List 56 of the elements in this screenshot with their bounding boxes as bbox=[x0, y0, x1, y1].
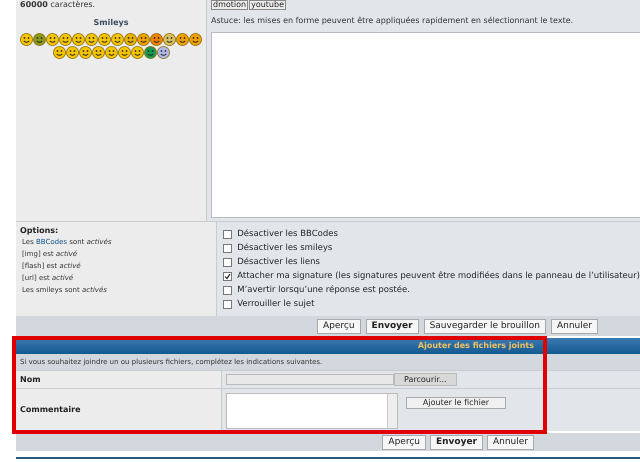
smiley-icon[interactable] bbox=[137, 33, 150, 46]
options-title: Options: bbox=[20, 226, 60, 236]
scrollbar[interactable] bbox=[387, 394, 397, 428]
smiley-icon[interactable] bbox=[52, 46, 66, 59]
smiley-icon[interactable] bbox=[118, 46, 130, 59]
section-title: Ajouter des fichiers joints bbox=[418, 340, 534, 352]
smiley-icon[interactable] bbox=[124, 33, 137, 46]
smiley-icon[interactable] bbox=[104, 46, 118, 59]
tip-text: Astuce: les mises en forme peuvent être appliquées rapidement en sélectionnant le texte. bbox=[211, 16, 574, 26]
form-button[interactable]: Aperçu bbox=[316, 318, 361, 334]
option-checkbox[interactable] bbox=[223, 258, 232, 266]
bbcode-button[interactable]: dmotion bbox=[211, 0, 248, 10]
option-label: Désactiver les BBCodes bbox=[237, 228, 338, 240]
option-label: Désactiver les liens bbox=[237, 256, 320, 268]
add-file-button[interactable]: Ajouter le fichier bbox=[406, 397, 506, 409]
option-label: Désactiver les smileys bbox=[237, 242, 332, 254]
smiley-icon[interactable] bbox=[130, 46, 144, 59]
comment-label: Commentaire bbox=[20, 404, 80, 416]
smiley-icon[interactable] bbox=[46, 33, 59, 46]
smiley-icon[interactable] bbox=[176, 33, 189, 46]
option-checkbox[interactable] bbox=[223, 272, 232, 280]
option-label: Attacher ma signature (les signatures peuvent être modifiées dans le panneau de l’utilisateur) bbox=[237, 270, 640, 282]
form-button[interactable]: Envoyer bbox=[366, 318, 419, 334]
checkmark-icon bbox=[224, 272, 232, 280]
form-button[interactable]: Aperçu bbox=[382, 434, 426, 450]
character-limit: 60000 caractères. bbox=[20, 0, 96, 9]
option-label: Verrouiller le sujet bbox=[237, 298, 314, 310]
smiley-icon[interactable] bbox=[59, 33, 72, 46]
file-name-field[interactable] bbox=[226, 374, 394, 385]
smiley-icon[interactable] bbox=[189, 33, 202, 46]
smiley-icon[interactable] bbox=[66, 46, 78, 59]
option-label: M’avertir lorsqu’une réponse est postée. bbox=[237, 284, 410, 296]
smiley-icon[interactable] bbox=[20, 33, 33, 46]
smiley-icon[interactable] bbox=[85, 33, 98, 46]
form-button[interactable]: Annuler bbox=[550, 318, 598, 334]
form-button[interactable]: Sauvegarder le brouillon bbox=[424, 318, 546, 334]
smiley-icon[interactable] bbox=[33, 33, 46, 46]
smileys-title: Smileys bbox=[94, 17, 128, 29]
smiley-icon[interactable] bbox=[92, 46, 104, 59]
smiley-icon[interactable] bbox=[156, 46, 170, 59]
option-checkbox[interactable] bbox=[223, 230, 232, 238]
form-button[interactable]: Annuler bbox=[486, 434, 534, 450]
form-button[interactable]: Envoyer bbox=[430, 434, 483, 450]
option-checkbox[interactable] bbox=[223, 286, 232, 294]
smiley-icon[interactable] bbox=[144, 46, 156, 59]
option-checkbox[interactable] bbox=[223, 244, 232, 252]
smiley-icon[interactable] bbox=[111, 33, 124, 46]
smiley-icon[interactable] bbox=[78, 46, 92, 59]
browse-button[interactable]: Parcourir... bbox=[394, 373, 457, 386]
smiley-icon[interactable] bbox=[72, 33, 85, 46]
smiley-icon[interactable] bbox=[163, 33, 176, 46]
smiley-icon[interactable] bbox=[98, 33, 111, 46]
bbcode-button[interactable]: youtube bbox=[249, 0, 286, 10]
smiley-icon[interactable] bbox=[150, 33, 163, 46]
name-label: Nom bbox=[20, 374, 41, 386]
option-checkbox[interactable] bbox=[223, 300, 232, 308]
